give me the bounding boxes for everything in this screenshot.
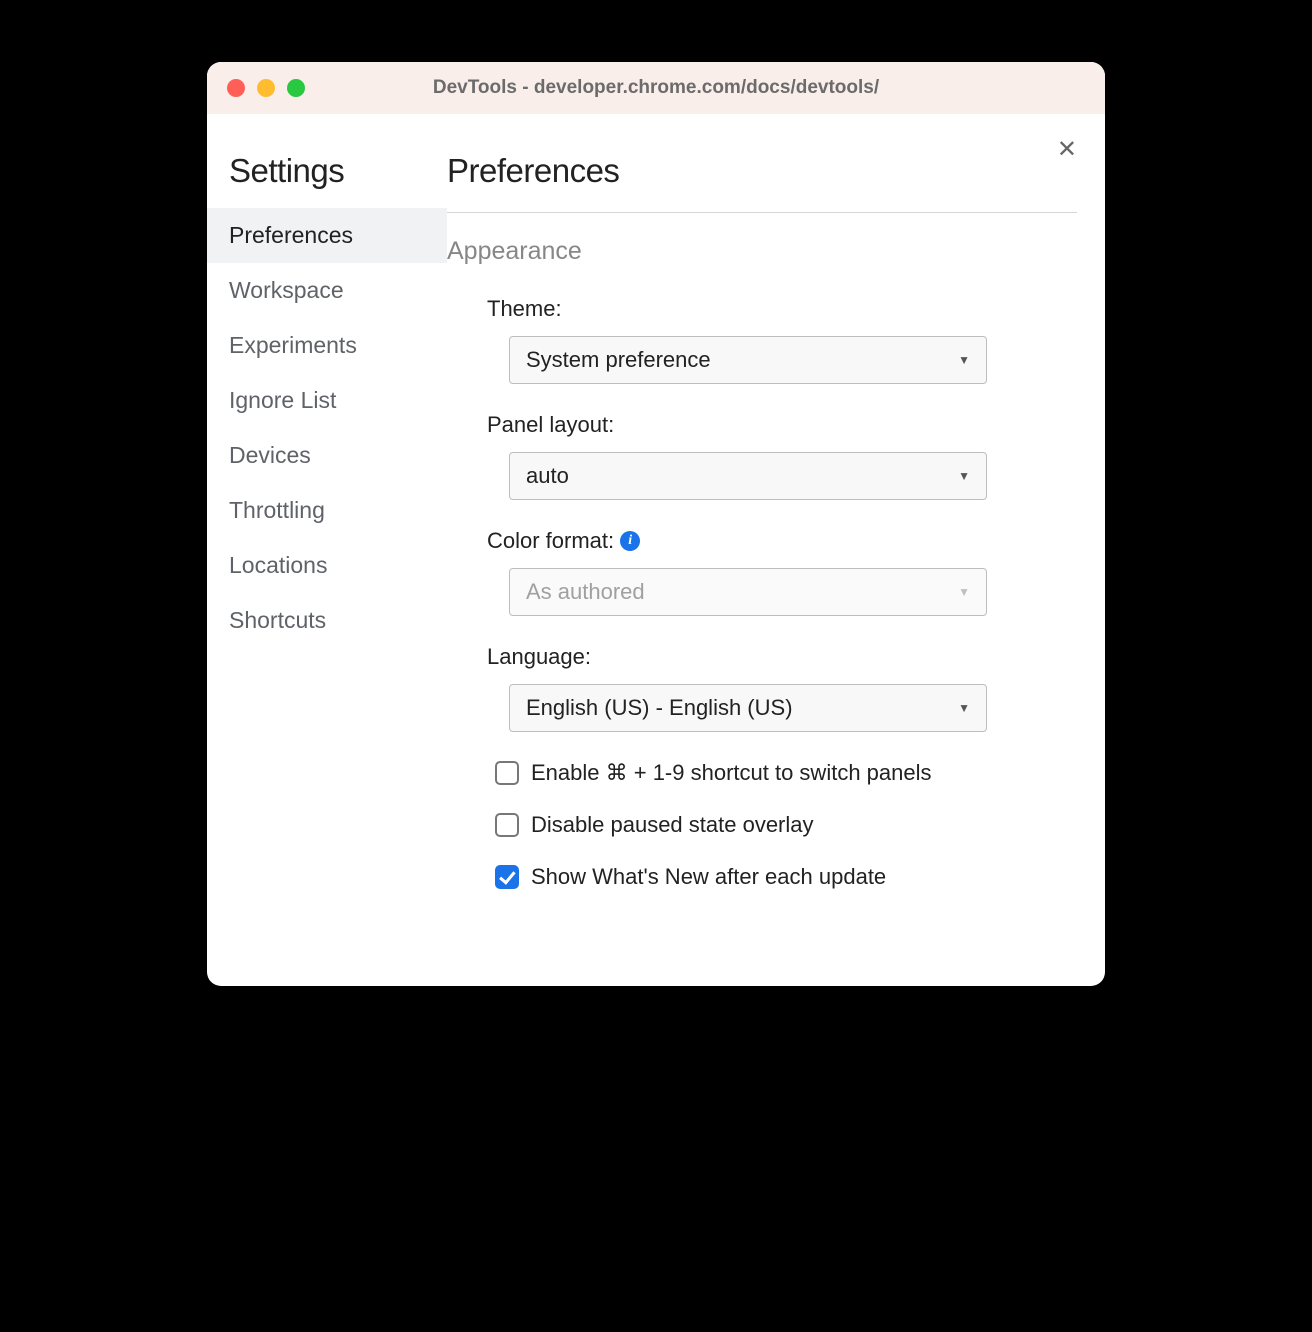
divider (447, 212, 1077, 213)
field-language: Language: English (US) - English (US) ▼ (447, 644, 1077, 732)
sidebar-item-shortcuts[interactable]: Shortcuts (207, 593, 447, 648)
color-format-label: Color format: i (487, 528, 1077, 554)
close-icon[interactable]: ✕ (1057, 138, 1077, 162)
theme-select[interactable]: System preference ▼ (509, 336, 987, 384)
sidebar-item-devices[interactable]: Devices (207, 428, 447, 483)
checkbox-label: Enable ⌘ + 1-9 shortcut to switch panels (531, 760, 932, 786)
sidebar-item-experiments[interactable]: Experiments (207, 318, 447, 373)
settings-main: Preferences Appearance Theme: System pre… (447, 114, 1105, 986)
language-label: Language: (487, 644, 1077, 670)
sidebar-item-throttling[interactable]: Throttling (207, 483, 447, 538)
settings-sidebar: Settings PreferencesWorkspaceExperiments… (207, 114, 447, 986)
checkbox-row: Show What's New after each update (447, 864, 1077, 890)
sidebar-item-workspace[interactable]: Workspace (207, 263, 447, 318)
chevron-down-icon: ▼ (958, 585, 970, 599)
color-format-select: As authored ▼ (509, 568, 987, 616)
theme-label: Theme: (487, 296, 1077, 322)
close-window-button[interactable] (227, 79, 245, 97)
sidebar-item-preferences[interactable]: Preferences (207, 208, 447, 263)
field-color-format: Color format: i As authored ▼ (447, 528, 1077, 616)
page-title: Preferences (447, 152, 1077, 190)
checkbox[interactable] (495, 761, 519, 785)
chevron-down-icon: ▼ (958, 701, 970, 715)
traffic-lights (227, 79, 305, 97)
window-titlebar: DevTools - developer.chrome.com/docs/dev… (207, 62, 1105, 114)
zoom-window-button[interactable] (287, 79, 305, 97)
section-appearance: Appearance (447, 237, 1077, 266)
color-format-value: As authored (526, 579, 645, 605)
minimize-window-button[interactable] (257, 79, 275, 97)
window-title: DevTools - developer.chrome.com/docs/dev… (207, 77, 1105, 99)
checkbox[interactable] (495, 813, 519, 837)
panel-layout-value: auto (526, 463, 569, 489)
checkbox[interactable] (495, 865, 519, 889)
settings-content: ✕ Settings PreferencesWorkspaceExperimen… (207, 114, 1105, 986)
checkbox-row: Disable paused state overlay (447, 812, 1077, 838)
checkbox-label: Disable paused state overlay (531, 812, 814, 838)
language-value: English (US) - English (US) (526, 695, 793, 721)
sidebar-item-ignore-list[interactable]: Ignore List (207, 373, 447, 428)
theme-value: System preference (526, 347, 711, 373)
chevron-down-icon: ▼ (958, 353, 970, 367)
checkbox-row: Enable ⌘ + 1-9 shortcut to switch panels (447, 760, 1077, 786)
language-select[interactable]: English (US) - English (US) ▼ (509, 684, 987, 732)
sidebar-item-locations[interactable]: Locations (207, 538, 447, 593)
devtools-settings-window: DevTools - developer.chrome.com/docs/dev… (207, 62, 1105, 986)
chevron-down-icon: ▼ (958, 469, 970, 483)
field-panel-layout: Panel layout: auto ▼ (447, 412, 1077, 500)
checkbox-label: Show What's New after each update (531, 864, 886, 890)
panel-layout-label: Panel layout: (487, 412, 1077, 438)
panel-layout-select[interactable]: auto ▼ (509, 452, 987, 500)
settings-title: Settings (207, 152, 447, 190)
color-format-label-text: Color format: (487, 528, 614, 554)
field-theme: Theme: System preference ▼ (447, 296, 1077, 384)
info-icon[interactable]: i (620, 531, 640, 551)
